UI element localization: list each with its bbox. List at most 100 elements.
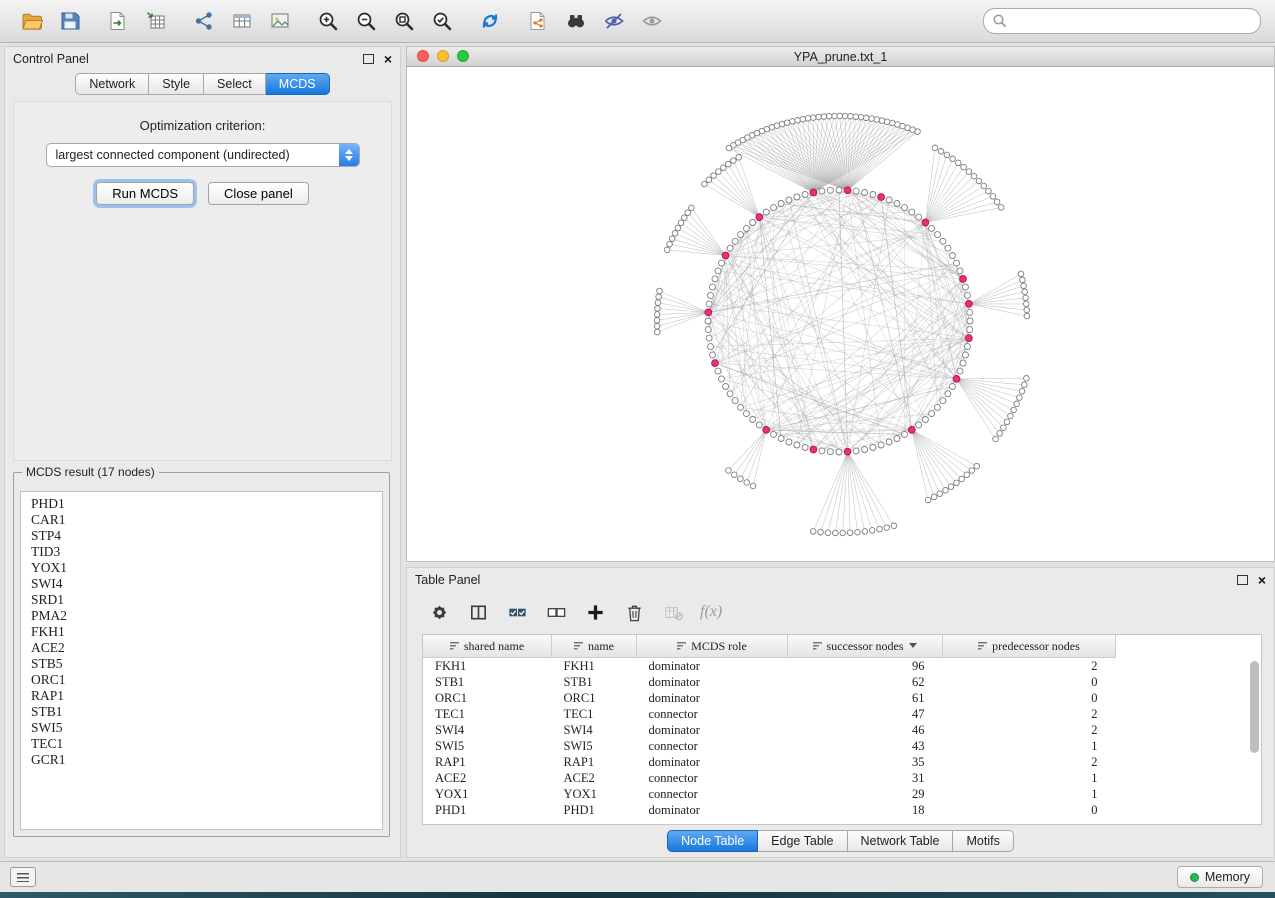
result-item[interactable]: CAR1 <box>21 512 382 528</box>
table-cell: ACE2 <box>552 770 637 786</box>
table-panel: Table Panel × <box>406 567 1275 858</box>
result-item[interactable]: STB1 <box>21 704 382 720</box>
result-item[interactable]: GCR1 <box>21 752 382 768</box>
result-item[interactable]: RAP1 <box>21 688 382 704</box>
tab-style[interactable]: Style <box>149 73 204 95</box>
table-row[interactable]: ACE2ACE2connector311 <box>423 770 1116 786</box>
table-cell: ORC1 <box>423 690 552 706</box>
close-panel-icon[interactable]: × <box>384 54 392 64</box>
open-file-button[interactable] <box>16 6 48 36</box>
table-panel-title: Table Panel <box>415 573 480 587</box>
memory-label: Memory <box>1205 870 1250 884</box>
dropdown-stepper-icon <box>339 144 359 166</box>
result-item[interactable]: SRD1 <box>21 592 382 608</box>
table-row[interactable]: SWI5SWI5connector431 <box>423 738 1116 754</box>
memory-status-icon <box>1190 873 1199 882</box>
result-item[interactable]: FKH1 <box>21 624 382 640</box>
float-table-panel-icon[interactable] <box>1237 575 1248 585</box>
table-row[interactable]: RAP1RAP1dominator352 <box>423 754 1116 770</box>
show-all-button[interactable] <box>636 6 668 36</box>
memory-button[interactable]: Memory <box>1177 866 1263 888</box>
result-item[interactable]: PHD1 <box>21 496 382 512</box>
refresh-button[interactable] <box>474 6 506 36</box>
result-item[interactable]: ACE2 <box>21 640 382 656</box>
result-item[interactable]: STP4 <box>21 528 382 544</box>
table-row[interactable]: SWI4SWI4dominator462 <box>423 722 1116 738</box>
zoom-in-button[interactable] <box>312 6 344 36</box>
result-item[interactable]: PMA2 <box>21 608 382 624</box>
table-cell: 61 <box>788 690 943 706</box>
list-icon <box>17 873 29 882</box>
table-row[interactable]: PHD1PHD1dominator180 <box>423 802 1116 818</box>
add-column-button[interactable] <box>583 600 608 625</box>
column-header-shared-name[interactable]: shared name <box>423 635 552 658</box>
column-header-name[interactable]: name <box>552 635 637 658</box>
folder-icon <box>21 10 43 32</box>
table-settings-button[interactable] <box>427 600 452 625</box>
tab-network-table[interactable]: Network Table <box>848 830 954 852</box>
float-panel-icon[interactable] <box>363 54 374 64</box>
table-row[interactable]: ORC1ORC1dominator610 <box>423 690 1116 706</box>
result-item[interactable]: TID3 <box>21 544 382 560</box>
result-item[interactable]: ORC1 <box>21 672 382 688</box>
select-all-icon <box>507 602 528 623</box>
export-document-button[interactable] <box>522 6 554 36</box>
run-mcds-button[interactable]: Run MCDS <box>96 182 194 205</box>
column-label: predecessor nodes <box>992 639 1080 653</box>
network-canvas[interactable] <box>407 66 1274 561</box>
network-image-button[interactable] <box>264 6 296 36</box>
zoom-selected-icon <box>431 10 453 32</box>
column-label: MCDS role <box>691 639 747 653</box>
result-item[interactable]: SWI5 <box>21 720 382 736</box>
tab-edge-table[interactable]: Edge Table <box>758 830 847 852</box>
import-group <box>102 6 172 36</box>
tab-mcds[interactable]: MCDS <box>266 73 330 95</box>
tab-select[interactable]: Select <box>204 73 266 95</box>
column-header-predecessor-nodes[interactable]: predecessor nodes <box>943 635 1116 658</box>
deselect-all-button[interactable] <box>544 600 569 625</box>
table-cell: 96 <box>788 658 943 675</box>
close-window-button[interactable] <box>417 50 429 62</box>
new-network-selection-button[interactable] <box>188 6 220 36</box>
column-visibility-button[interactable] <box>466 600 491 625</box>
zoom-fit-button[interactable] <box>388 6 420 36</box>
import-network-button[interactable] <box>102 6 134 36</box>
table-row[interactable]: FKH1FKH1dominator962 <box>423 658 1116 675</box>
search-input[interactable] <box>1012 13 1260 29</box>
window-controls <box>417 50 469 62</box>
result-item[interactable]: YOX1 <box>21 560 382 576</box>
network-window-titlebar: YPA_prune.txt_1 <box>407 47 1274 67</box>
result-item[interactable]: SWI4 <box>21 576 382 592</box>
zoom-selected-button[interactable] <box>426 6 458 36</box>
delete-column-button[interactable] <box>622 600 647 625</box>
select-all-button[interactable] <box>505 600 530 625</box>
search-box <box>983 8 1261 34</box>
hide-selected-button[interactable] <box>598 6 630 36</box>
import-table-button[interactable] <box>140 6 172 36</box>
new-network-table-button[interactable] <box>226 6 258 36</box>
find-button[interactable] <box>560 6 592 36</box>
minimize-window-button[interactable] <box>437 50 449 62</box>
tab-motifs[interactable]: Motifs <box>953 830 1013 852</box>
table-cell: dominator <box>637 658 788 675</box>
table-cell: YOX1 <box>552 786 637 802</box>
table-row[interactable]: STB1STB1dominator620 <box>423 674 1116 690</box>
close-table-panel-icon[interactable]: × <box>1258 575 1266 585</box>
table-row[interactable]: YOX1YOX1connector291 <box>423 786 1116 802</box>
tab-network[interactable]: Network <box>75 73 149 95</box>
table-scrollbar-thumb[interactable] <box>1250 661 1259 753</box>
zoom-window-button[interactable] <box>457 50 469 62</box>
column-header-successor-nodes[interactable]: successor nodes <box>788 635 943 658</box>
criterion-dropdown[interactable]: largest connected component (undirected) <box>46 143 360 167</box>
tab-node-table[interactable]: Node Table <box>667 830 758 852</box>
import-table-disabled-button <box>661 600 686 625</box>
status-menu-button[interactable] <box>10 867 36 887</box>
network-window-title: YPA_prune.txt_1 <box>794 50 888 64</box>
result-item[interactable]: STB5 <box>21 656 382 672</box>
close-panel-button[interactable]: Close panel <box>208 182 309 205</box>
zoom-out-button[interactable] <box>350 6 382 36</box>
save-button[interactable] <box>54 6 86 36</box>
column-header-mcds-role[interactable]: MCDS role <box>637 635 788 658</box>
table-row[interactable]: TEC1TEC1connector472 <box>423 706 1116 722</box>
result-item[interactable]: TEC1 <box>21 736 382 752</box>
